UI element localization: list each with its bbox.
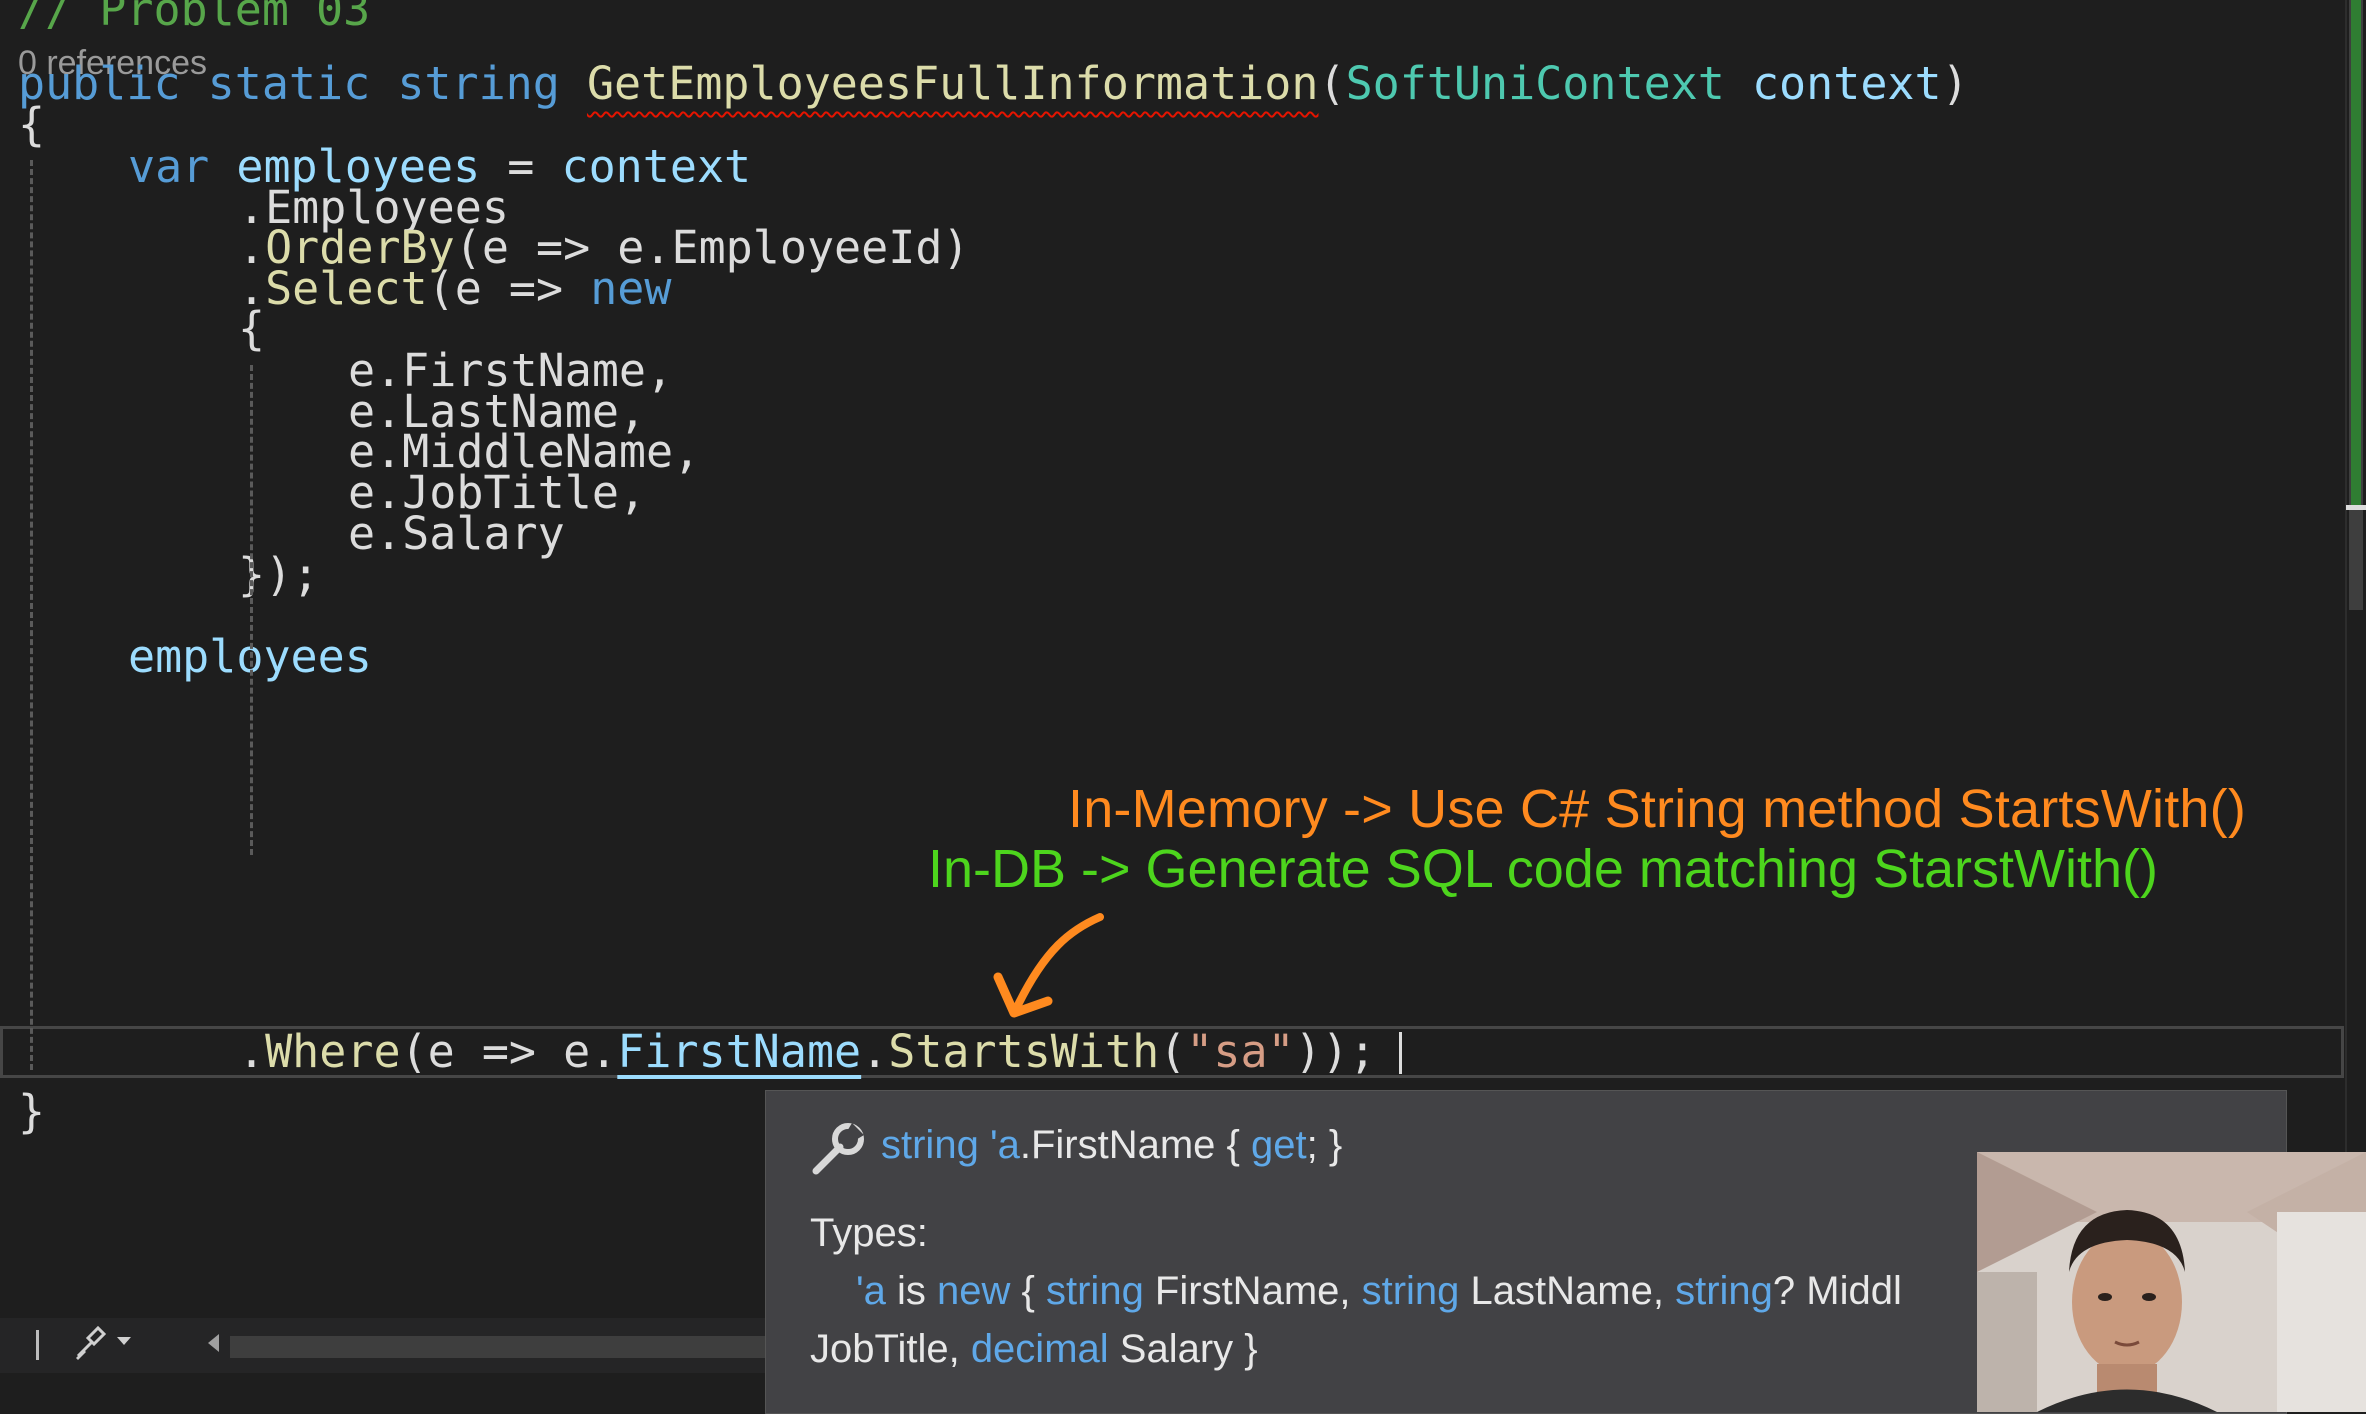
brush-icon[interactable] [70,1324,110,1369]
anon-brace-open: { [238,302,266,355]
kw-new: new [590,262,672,315]
zoom-divider [36,1330,39,1360]
caret-position-marker [2346,505,2366,510]
chevron-down-icon[interactable] [115,1334,133,1353]
method-signature[interactable]: public static string GetEmployeesFullInf… [18,54,1969,114]
tt-get: get [1250,1123,1307,1167]
method-select: Select [265,262,428,315]
annotation-in-db: In-DB -> Generate SQL code matching Star… [928,839,2158,899]
param-type[interactable]: SoftUniContext [1346,57,1725,110]
tt-a: 'a [856,1269,886,1313]
where-lambda: (e => e. [400,1025,618,1078]
tt-member: .FirstName { [1019,1123,1251,1167]
tt-jobtitle: JobTitle, [810,1327,971,1371]
method-where: Where [265,1025,401,1078]
tt-new: new [937,1269,1011,1313]
tooltip-types-label: Types: [810,1211,928,1255]
code-line-where[interactable]: .Where(e => e.FirstName.StartsWith("sa")… [238,1022,1376,1082]
tt-anon-a: 'a [989,1123,1020,1167]
param-name: context [1751,57,1942,110]
method-name[interactable]: GetEmployeesFullInformation [587,57,1319,110]
code-line-salary[interactable]: e.Salary [348,504,565,564]
text-caret [1399,1032,1402,1074]
annotation-in-memory: In-Memory -> Use C# String method Starts… [1068,779,2247,839]
firstname-hover-link[interactable]: FirstName [617,1025,861,1078]
code-line-select[interactable]: .Select(e => new [238,259,672,319]
paren: ( [1159,1025,1187,1078]
horizontal-scrollbar[interactable] [230,1336,770,1358]
kw-static: static [207,57,371,110]
change-marker [2351,0,2361,505]
dot: . [861,1025,889,1078]
method-startswith[interactable]: StartsWith [888,1025,1159,1078]
tt-s3: string [1675,1269,1773,1313]
tooltip-signature: string 'a.FirstName { get; } [881,1123,1342,1168]
scroll-left-icon[interactable] [205,1332,221,1359]
tt-decimal: decimal [970,1327,1109,1371]
var-context: context [561,140,752,193]
kw-var: var [128,140,210,193]
wrench-icon [808,1119,868,1189]
comment-line: // Problem 03 [18,0,371,36]
tt-is: is [885,1269,938,1313]
tt-f2: LastName, [1459,1269,1676,1313]
brace-close: } [18,1085,46,1138]
string-literal: "sa" [1186,1025,1295,1078]
webcam-video [1977,1152,2366,1412]
tt-end: ; } [1306,1123,1343,1167]
brace-open: { [18,98,46,151]
tt-f1: FirstName, [1143,1269,1362,1313]
tooltip-anon-type-cont: JobTitle, decimal Salary } [810,1327,1258,1372]
kw-string: string [397,57,560,110]
paren-close: ) [1941,57,1969,110]
dot: . [238,1025,266,1078]
paren-open: ( [1318,57,1346,110]
tt-brace: { [1010,1269,1046,1313]
indent-guide [250,365,253,855]
tt-s1: string [1046,1269,1144,1313]
select-args: (e => [427,262,591,315]
tt-string: string [881,1123,979,1167]
tooltip-anon-type: 'a is new { string FirstName, string Las… [856,1269,1902,1314]
indent-guide [30,160,33,1070]
tt-salary: Salary } [1108,1327,1258,1371]
arrow-icon [993,913,1104,1018]
line-end: )); [1294,1025,1376,1078]
tt-f3: ? Middl [1772,1269,1902,1313]
tt-s2: string [1361,1269,1460,1313]
